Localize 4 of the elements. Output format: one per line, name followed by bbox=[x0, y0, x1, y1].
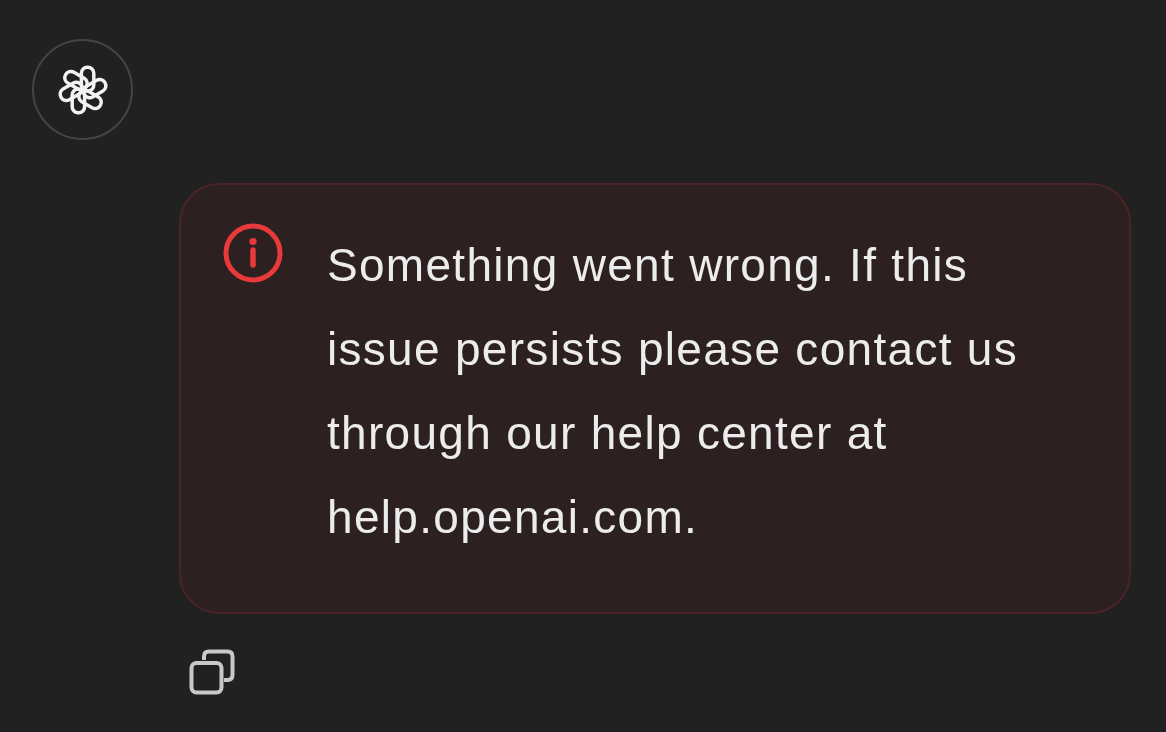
copy-icon[interactable] bbox=[189, 649, 235, 695]
logo-icon bbox=[32, 39, 133, 140]
info-icon bbox=[223, 223, 283, 283]
error-message: Something went wrong. If this issue persists please contact us through our help center at help.openai.com. bbox=[327, 238, 1020, 545]
